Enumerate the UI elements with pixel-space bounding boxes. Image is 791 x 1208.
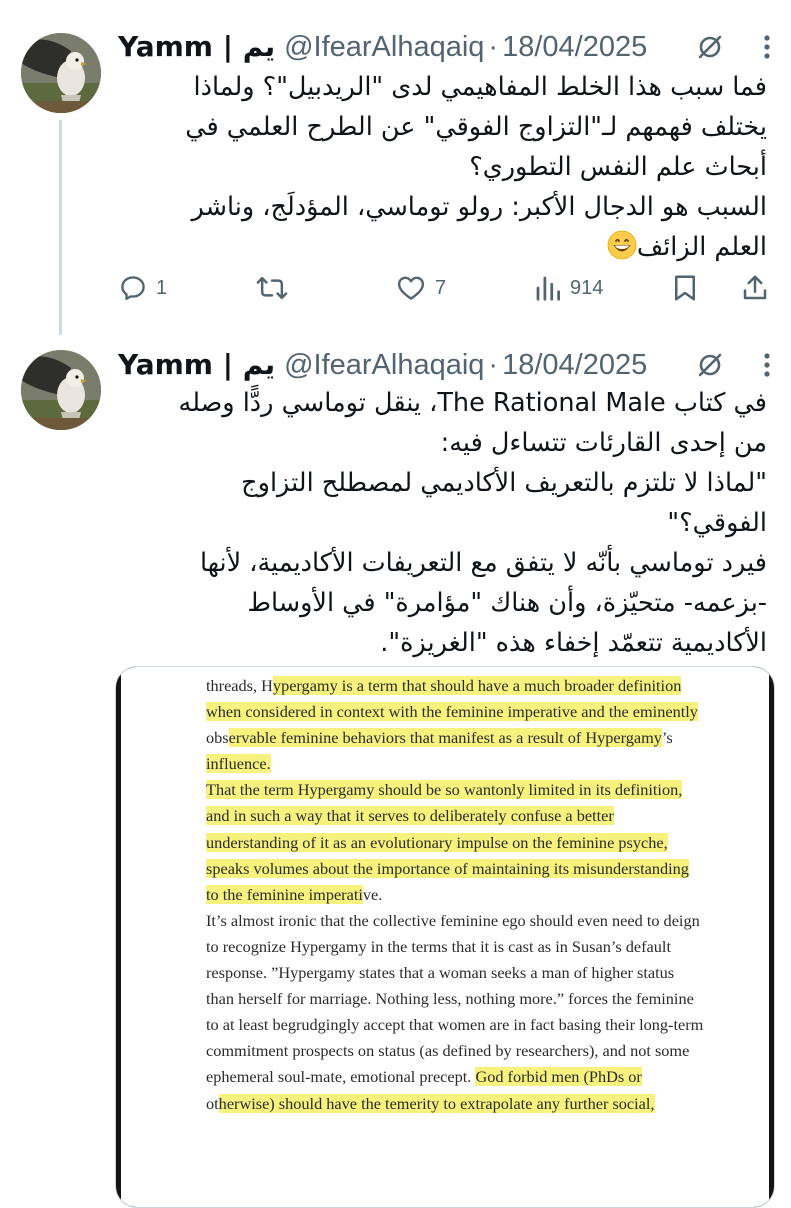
tweet[interactable]: Yamm | يم @IfearAlhaqaiq · 18/04/2025 فما …: [0, 0, 791, 335]
tweet-text-line: من إحدى القارئات تتساءل فيه:: [440, 428, 767, 458]
book-page-line: ephemeral soul-mate, emotional precept. …: [206, 1064, 726, 1090]
avatar[interactable]: [21, 350, 101, 430]
page-text-segment: commitment prospects on status (as defin…: [206, 1041, 690, 1061]
tweet-text-line: الفوقي؟": [667, 508, 767, 538]
grinning-face-emoji: [607, 230, 637, 260]
separator-dot: ·: [488, 349, 499, 381]
book-page-line: to at least begrudgingly accept that wom…: [206, 1012, 726, 1038]
book-page-text: threads, Hypergamy is a term that should…: [206, 673, 726, 1117]
tweet-text: فما سبب هذا الخلط المفاهيمي لدى "الريدبي…: [115, 67, 767, 267]
page-text-segment: response. ”Hypergamy states that a woman…: [206, 963, 675, 983]
highlighted-text: to the feminine imperati: [206, 884, 363, 904]
tweet-text-line: فما سبب هذا الخلط المفاهيمي لدى "الريدبي…: [193, 72, 767, 102]
tweet-text-line: فيرد توماسي بأنّه لا يتفق مع التعريفات ا…: [199, 548, 767, 578]
username-handle[interactable]: @IfearAlhaqaiq: [284, 31, 484, 63]
page-text-segment: ephemeral soul-mate, emotional precept.: [206, 1067, 476, 1087]
grok-icon[interactable]: [696, 33, 724, 61]
book-page-line: commitment prospects on status (as defin…: [206, 1038, 726, 1064]
more-options-icon[interactable]: [752, 33, 782, 61]
tweet-text-line: يختلف فهمهم لـ"التزاوج الفوقي" عن الطرح …: [185, 112, 767, 142]
tweet-text-line: الأكاديمية تتعمّد إخفاء هذه "الغريزة".: [380, 628, 767, 658]
highlighted-text: and in such a way that it serves to deli…: [206, 806, 614, 826]
page-text-segment: to at least begrudgingly accept that wom…: [206, 1015, 704, 1035]
book-page-line: threads, Hypergamy is a term that should…: [206, 673, 726, 699]
highlighted-text: speaks volumes about the importance of m…: [206, 858, 689, 878]
tweet-text-line: السبب هو الدجال الأكبر: رولو توماسي، الم…: [191, 192, 767, 222]
avatar-falcon-image: [21, 350, 101, 430]
highlighted-text: herwise) should have the temerity to ext…: [218, 1093, 655, 1113]
page-text-segment: to recognize Hypergamy in the terms that…: [206, 936, 671, 956]
reply-count: 1: [156, 276, 168, 299]
more-options-icon[interactable]: [752, 351, 782, 379]
share-button[interactable]: [740, 270, 770, 306]
page-text-segment: threads, H: [206, 676, 273, 695]
tweet-text-line: العلم الزائف: [636, 232, 767, 262]
bookmark-button[interactable]: [671, 270, 699, 306]
retweet-icon: [256, 276, 288, 300]
highlighted-text: when considered in context with the femi…: [206, 702, 698, 722]
tweet-text-line: أبحاث علم النفس التطوري؟: [469, 152, 767, 182]
page-text-segment: ve.: [362, 884, 383, 904]
tweet-text-line: -بزعمه- متحيّزة، وأن هناك "مؤامرة" في ال…: [247, 588, 767, 618]
highlighted-text: That the term Hypergamy should be so wan…: [206, 780, 683, 800]
book-page-line: otherwise) should have the temerity to e…: [206, 1091, 726, 1117]
book-page-line: response. ”Hypergamy states that a woman…: [206, 960, 726, 986]
book-page-line: It’s almost ironic that the collective f…: [206, 908, 726, 934]
view-count: 914: [570, 276, 604, 299]
highlighted-text: God forbid men (PhDs or: [475, 1067, 642, 1087]
book-page-line: speaks volumes about the importance of m…: [206, 856, 726, 882]
tweet-text: في كتاب The Rational Male، ينقل توماسي ر…: [115, 383, 767, 663]
page-text-segment: than herself for marriage. Nothing less,…: [206, 989, 694, 1009]
tweet-header: Yamm | يم @IfearAlhaqaiq · 18/04/2025: [118, 27, 778, 67]
tweet-text-line: "لماذا لا تلتزم بالتعريف الأكاديمي لمصطل…: [241, 468, 767, 498]
book-page-line: than herself for marriage. Nothing less,…: [206, 986, 726, 1012]
tweet[interactable]: Yamm | يم @IfearAlhaqaiq · 18/04/2025 في ك…: [0, 330, 791, 1208]
highlighted-text: understanding of it as an evolutionary i…: [206, 832, 668, 852]
avatar-falcon-image: [21, 33, 101, 113]
views-button[interactable]: 914: [534, 270, 603, 306]
highlighted-text: ervable feminine behaviors that manifest…: [228, 728, 662, 748]
grok-icon[interactable]: [696, 351, 724, 379]
tweet-text-line-with-emoji: العلم الزائف: [115, 227, 767, 267]
highlighted-text: influence.: [206, 754, 271, 774]
reply-icon: [121, 276, 145, 301]
attached-image[interactable]: threads, Hypergamy is a term that should…: [115, 666, 775, 1208]
book-page-line: observable feminine behaviors that manif…: [206, 725, 726, 751]
book-page-photo: threads, Hypergamy is a term that should…: [121, 667, 769, 1207]
page-text-segment: obs: [206, 728, 229, 748]
tweet-text-line: في كتاب The Rational Male، ينقل توماسي ر…: [178, 388, 767, 418]
book-page-line: understanding of it as an evolutionary i…: [206, 830, 726, 856]
book-page-line: and in such a way that it serves to deli…: [206, 803, 726, 829]
book-page-line: That the term Hypergamy should be so wan…: [206, 777, 726, 803]
book-page-line: influence.: [206, 751, 726, 777]
tweet-header: Yamm | يم @IfearAlhaqaiq · 18/04/2025: [118, 345, 778, 385]
separator-dot: ·: [488, 31, 499, 63]
retweet-button[interactable]: [256, 270, 296, 306]
book-page-line: to the feminine imperative.: [206, 882, 726, 908]
bookmark-icon: [675, 275, 695, 301]
share-icon: [743, 275, 767, 300]
page-text-segment: ’s: [661, 728, 673, 748]
tweet-date[interactable]: 18/04/2025: [502, 31, 647, 63]
thread-connector-line: [59, 120, 62, 335]
tweet-actions-bar: 1 7 914: [118, 270, 778, 306]
book-page-line: when considered in context with the femi…: [206, 699, 726, 725]
display-name[interactable]: Yamm | يم: [118, 348, 275, 381]
highlighted-text: ypergamy is a term that should have a mu…: [272, 676, 682, 695]
like-count: 7: [435, 276, 447, 299]
page-text-segment: It’s almost ironic that the collective f…: [206, 910, 700, 930]
reply-button[interactable]: 1: [118, 270, 167, 306]
like-button[interactable]: 7: [395, 270, 446, 306]
page-text-segment: ot: [206, 1093, 219, 1113]
book-page-line: to recognize Hypergamy in the terms that…: [206, 934, 726, 960]
username-handle[interactable]: @IfearAlhaqaiq: [284, 349, 484, 381]
avatar[interactable]: [21, 33, 101, 113]
display-name[interactable]: Yamm | يم: [118, 30, 275, 63]
tweet-date[interactable]: 18/04/2025: [502, 349, 647, 381]
views-chart-icon: [536, 276, 560, 301]
heart-icon: [397, 276, 425, 300]
